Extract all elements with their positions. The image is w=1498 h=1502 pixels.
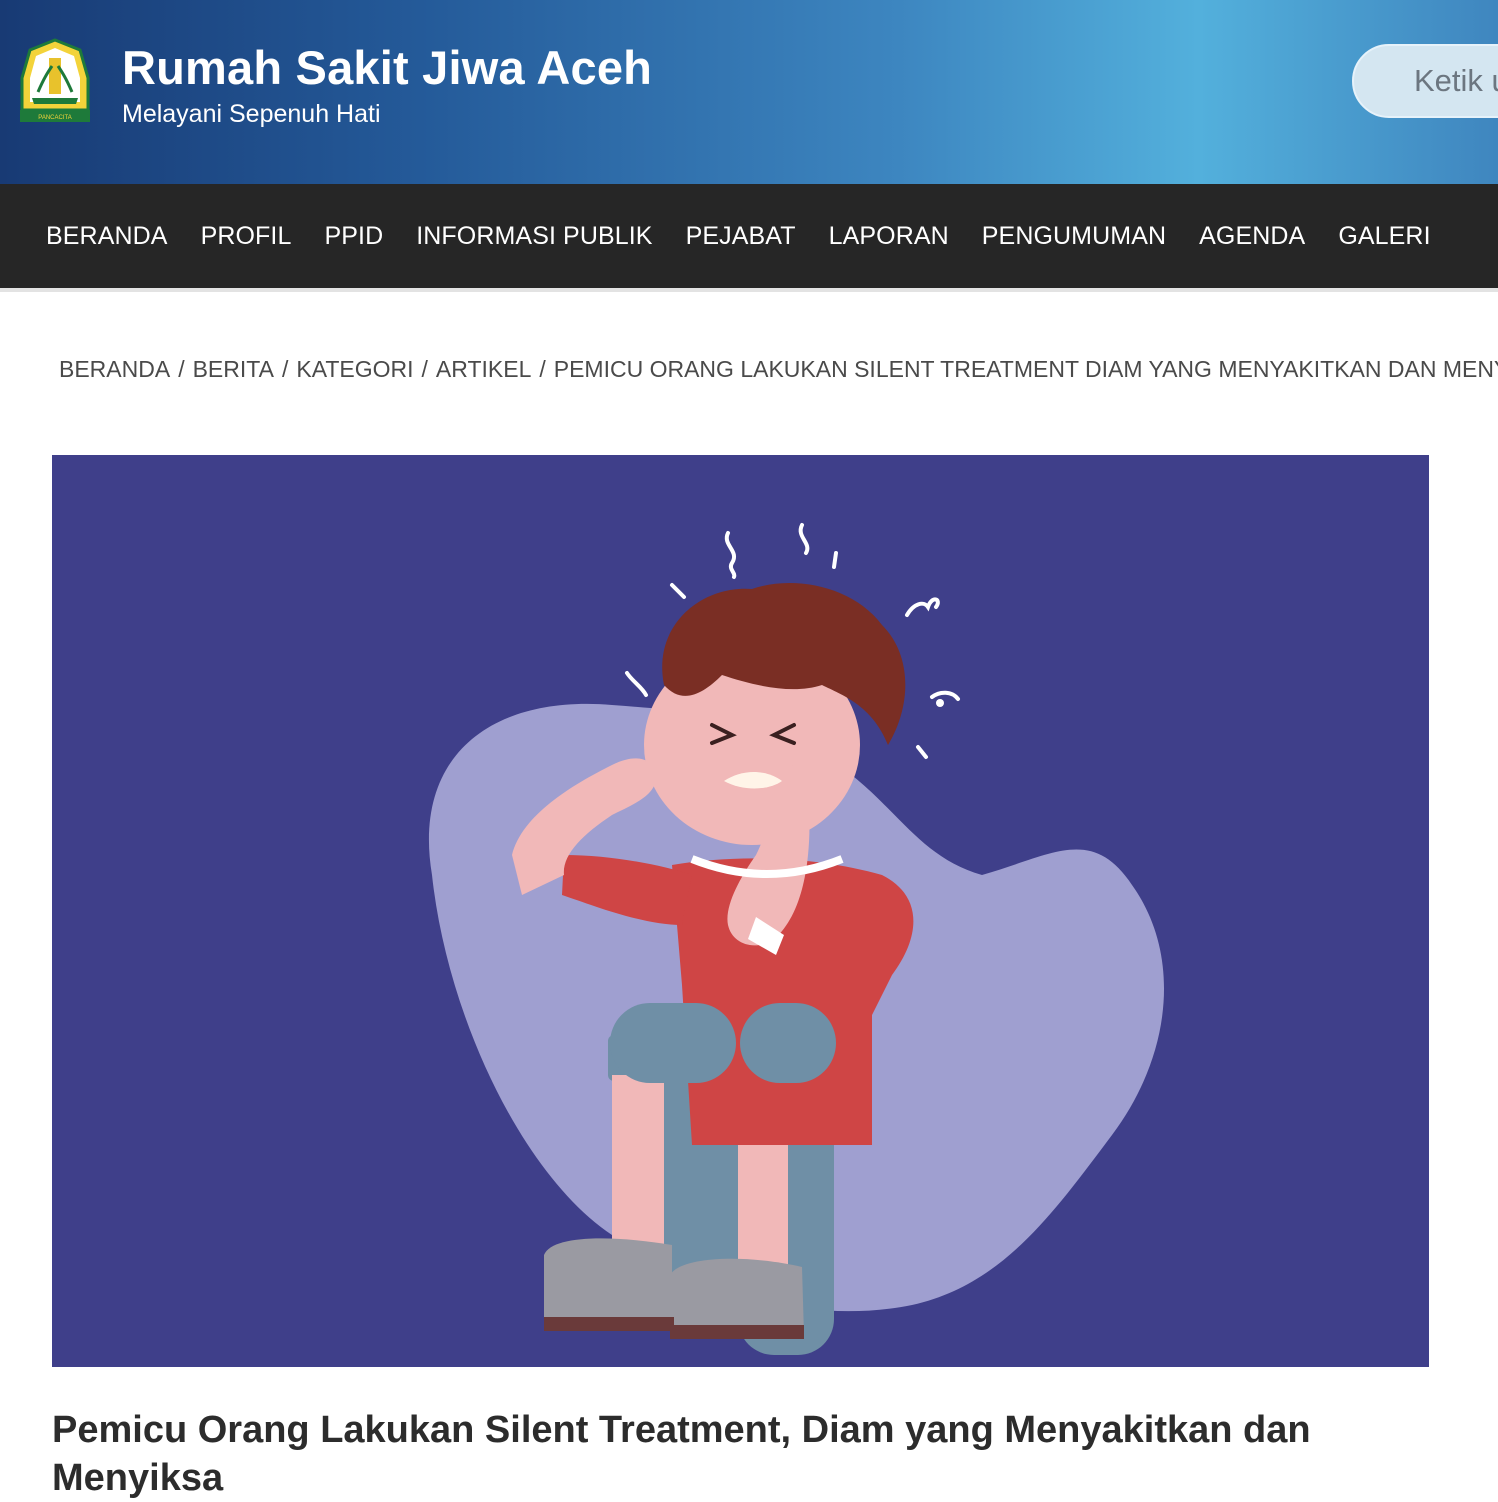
breadcrumb-kategori[interactable]: KATEGORI — [296, 356, 413, 383]
logo-caption: PANCACITA — [38, 115, 71, 121]
nav-item-galeri[interactable]: GALERI — [1338, 222, 1430, 251]
breadcrumb-beranda[interactable]: BERANDA — [59, 356, 170, 383]
breadcrumb-current-article: PEMICU ORANG LAKUKAN SILENT TREATMENT DI… — [553, 356, 1498, 382]
nav-item-ppid[interactable]: PPID — [324, 222, 383, 251]
stressed-boy-illustration — [428, 523, 1165, 1355]
article-title: Pemicu Orang Lakukan Silent Treatment, D… — [52, 1409, 1311, 1499]
nav-item-laporan[interactable]: LAPORAN — [829, 222, 949, 251]
nav-item-agenda[interactable]: AGENDA — [1199, 222, 1305, 251]
breadcrumb-separator: / — [178, 356, 185, 382]
breadcrumb-artikel[interactable]: ARTIKEL — [436, 356, 531, 383]
nav-item-profil[interactable]: PROFIL — [201, 222, 292, 251]
search-input[interactable] — [1352, 44, 1498, 118]
breadcrumb-berita[interactable]: BERITA — [193, 356, 274, 383]
breadcrumb: BERANDA / BERITA / KATEGORI / ARTIKEL / … — [52, 356, 1498, 383]
breadcrumb-separator: / — [281, 356, 289, 382]
main-navigation: BERANDA PROFIL PPID INFORMASI PUBLIK PEJ… — [0, 184, 1498, 292]
aceh-emblem-logo[interactable]: PANCACITA — [18, 38, 92, 124]
nav-item-beranda[interactable]: BERANDA — [46, 222, 168, 251]
site-tagline: Melayani Sepenuh Hati — [122, 100, 381, 128]
nav-item-pejabat[interactable]: PEJABAT — [686, 222, 796, 251]
breadcrumb-separator: / — [539, 356, 546, 382]
site-header: PANCACITA Rumah Sakit Jiwa Aceh Melayani… — [0, 0, 1498, 184]
breadcrumb-separator: / — [421, 356, 428, 382]
nav-item-pengumuman[interactable]: PENGUMUMAN — [982, 222, 1166, 251]
nav-item-informasi-publik[interactable]: INFORMASI PUBLIK — [416, 222, 652, 251]
article-hero-image — [52, 455, 1429, 1367]
site-title[interactable]: Rumah Sakit Jiwa Aceh — [122, 40, 652, 95]
